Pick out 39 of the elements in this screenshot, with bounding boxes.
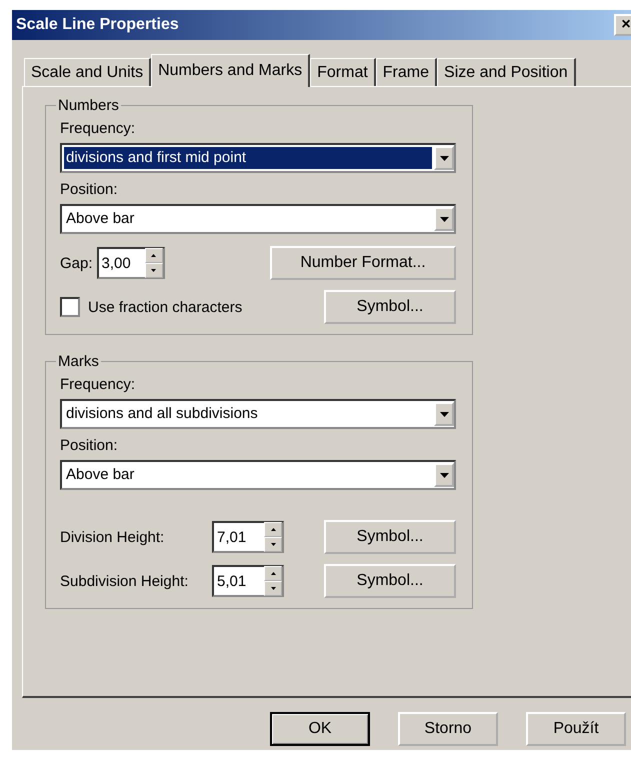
field-label: Gap: bbox=[60, 254, 93, 272]
checkbox-label: Use fraction characters bbox=[88, 298, 242, 316]
dropdown[interactable]: divisions and first mid point bbox=[60, 143, 456, 173]
spin-buttons-icon[interactable] bbox=[264, 522, 282, 552]
dropdown-value: Above bar bbox=[65, 209, 136, 229]
dropdown[interactable]: divisions and all subdivisions bbox=[60, 399, 456, 429]
tab[interactable]: Size and Position bbox=[437, 58, 576, 86]
dialog-button[interactable]: Storno bbox=[398, 712, 498, 746]
dropdown-value: Above bar bbox=[65, 465, 136, 485]
dropdown[interactable]: Above bar bbox=[60, 204, 456, 234]
field-label: Frequency: bbox=[60, 376, 136, 393]
group-title: Numbers bbox=[57, 97, 120, 114]
symbol-button[interactable]: Symbol... bbox=[324, 520, 456, 554]
spin-buttons-icon[interactable] bbox=[144, 248, 163, 278]
field-label: Position: bbox=[60, 437, 119, 454]
tab[interactable]: Scale and Units bbox=[24, 58, 152, 86]
tab[interactable]: Frame bbox=[376, 58, 438, 86]
number-format-button[interactable]: Number Format... bbox=[270, 246, 456, 280]
symbol-button[interactable]: Symbol... bbox=[324, 564, 456, 598]
window-title: Scale Line Properties bbox=[16, 16, 180, 34]
tab[interactable]: Numbers and Marks bbox=[151, 54, 310, 87]
spin-field[interactable]: 5,01 bbox=[212, 565, 284, 597]
field-label: Position: bbox=[60, 181, 119, 198]
dropdown[interactable]: Above bar bbox=[60, 460, 456, 490]
close-button[interactable]: × bbox=[614, 14, 631, 36]
dialog-button[interactable]: Použít bbox=[526, 712, 626, 746]
dialog-button[interactable]: OK bbox=[270, 712, 370, 746]
dropdown-value: divisions and all subdivisions bbox=[65, 404, 259, 424]
checkbox[interactable] bbox=[60, 297, 80, 317]
spin-field[interactable]: 7,01 bbox=[212, 521, 284, 553]
field-label: Subdivision Height: bbox=[60, 572, 190, 590]
spin-field[interactable]: 3,00 bbox=[96, 247, 165, 279]
symbol-button[interactable]: Symbol... bbox=[324, 290, 456, 324]
field-label: Division Height: bbox=[60, 528, 166, 546]
dropdown-value: divisions and first mid point bbox=[64, 147, 432, 169]
tab[interactable]: Format bbox=[310, 58, 376, 86]
group-title: Marks bbox=[57, 353, 100, 370]
spin-buttons-icon[interactable] bbox=[264, 566, 282, 596]
field-label: Frequency: bbox=[60, 120, 136, 137]
